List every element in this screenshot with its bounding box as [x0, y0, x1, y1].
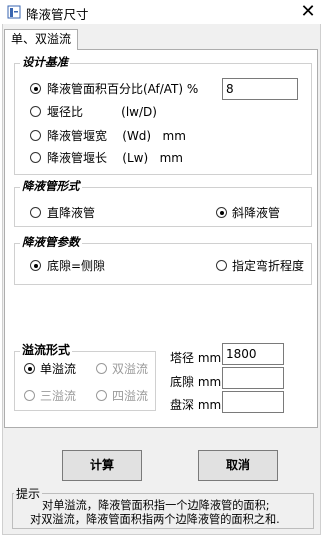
label-double-overflow: 双溢流 [112, 362, 149, 376]
radio-specify-bend[interactable] [216, 260, 227, 271]
tips-line-2: 对双溢流，降液管面积指两个边降液管的面积之和. [30, 513, 280, 526]
calculate-button[interactable]: 计算 [62, 450, 142, 481]
radio-straight-downcomer[interactable] [30, 207, 41, 218]
radio-single-overflow[interactable] [24, 363, 35, 374]
radio-quad-overflow[interactable] [96, 390, 107, 401]
radio-weir-width[interactable] [30, 130, 41, 141]
label-triple-overflow: 三溢流 [40, 389, 77, 403]
radio-triple-overflow[interactable] [24, 390, 35, 401]
tips-line-1: 对单溢流，降液管面积指一个边降液管的面积; [42, 499, 270, 512]
radio-weir-length[interactable] [30, 152, 41, 163]
window-title: 降液管尺寸 [26, 7, 89, 22]
label-weir-length: 降液管堰长 (Lw) mm [47, 151, 183, 165]
label-weir-ratio: 堰径比 (lw/D) [47, 105, 157, 119]
bottom-gap-input[interactable] [222, 367, 284, 389]
label-quad-overflow: 四溢流 [112, 389, 149, 403]
area-percent-input[interactable]: 8 [222, 78, 298, 100]
label-gap-equal: 底隙=侧隙 [47, 259, 106, 273]
design-standard-heading: 设计基准 [20, 55, 70, 69]
label-area-percent: 降液管面积百分比(Af/AT) % [47, 82, 199, 96]
tray-depth-input[interactable] [222, 391, 284, 413]
tips-heading: 提示 [14, 487, 43, 501]
label-single-overflow: 单溢流 [40, 362, 77, 376]
downcomer-params-heading: 降液管参数 [20, 235, 82, 249]
radio-gap-equal[interactable] [30, 260, 41, 271]
radio-area-percent[interactable] [30, 83, 41, 94]
downcomer-form-heading: 降液管形式 [20, 179, 82, 193]
radio-double-overflow[interactable] [96, 363, 107, 374]
label-straight-downcomer: 直降液管 [47, 206, 96, 220]
cancel-button[interactable]: 取消 [198, 450, 278, 481]
tray-depth-label: 盘深 mm [170, 398, 222, 412]
label-weir-width: 降液管堰宽 (Wd) mm [47, 129, 186, 143]
radio-weir-ratio[interactable] [30, 106, 41, 117]
label-sloped-downcomer: 斜降液管 [232, 206, 281, 220]
tab-single-double-overflow[interactable]: 单、双溢流 [4, 29, 78, 50]
close-icon[interactable]: ✕ [296, 1, 320, 23]
tower-diameter-label: 塔径 mm [170, 351, 222, 365]
overflow-form-heading: 溢流形式 [20, 343, 73, 357]
tower-diameter-input[interactable]: 1800 [222, 343, 284, 365]
app-icon [7, 5, 21, 19]
radio-sloped-downcomer[interactable] [216, 207, 227, 218]
label-specify-bend: 指定弯折程度 [232, 259, 305, 273]
bottom-gap-label: 底隙 mm [170, 375, 222, 389]
